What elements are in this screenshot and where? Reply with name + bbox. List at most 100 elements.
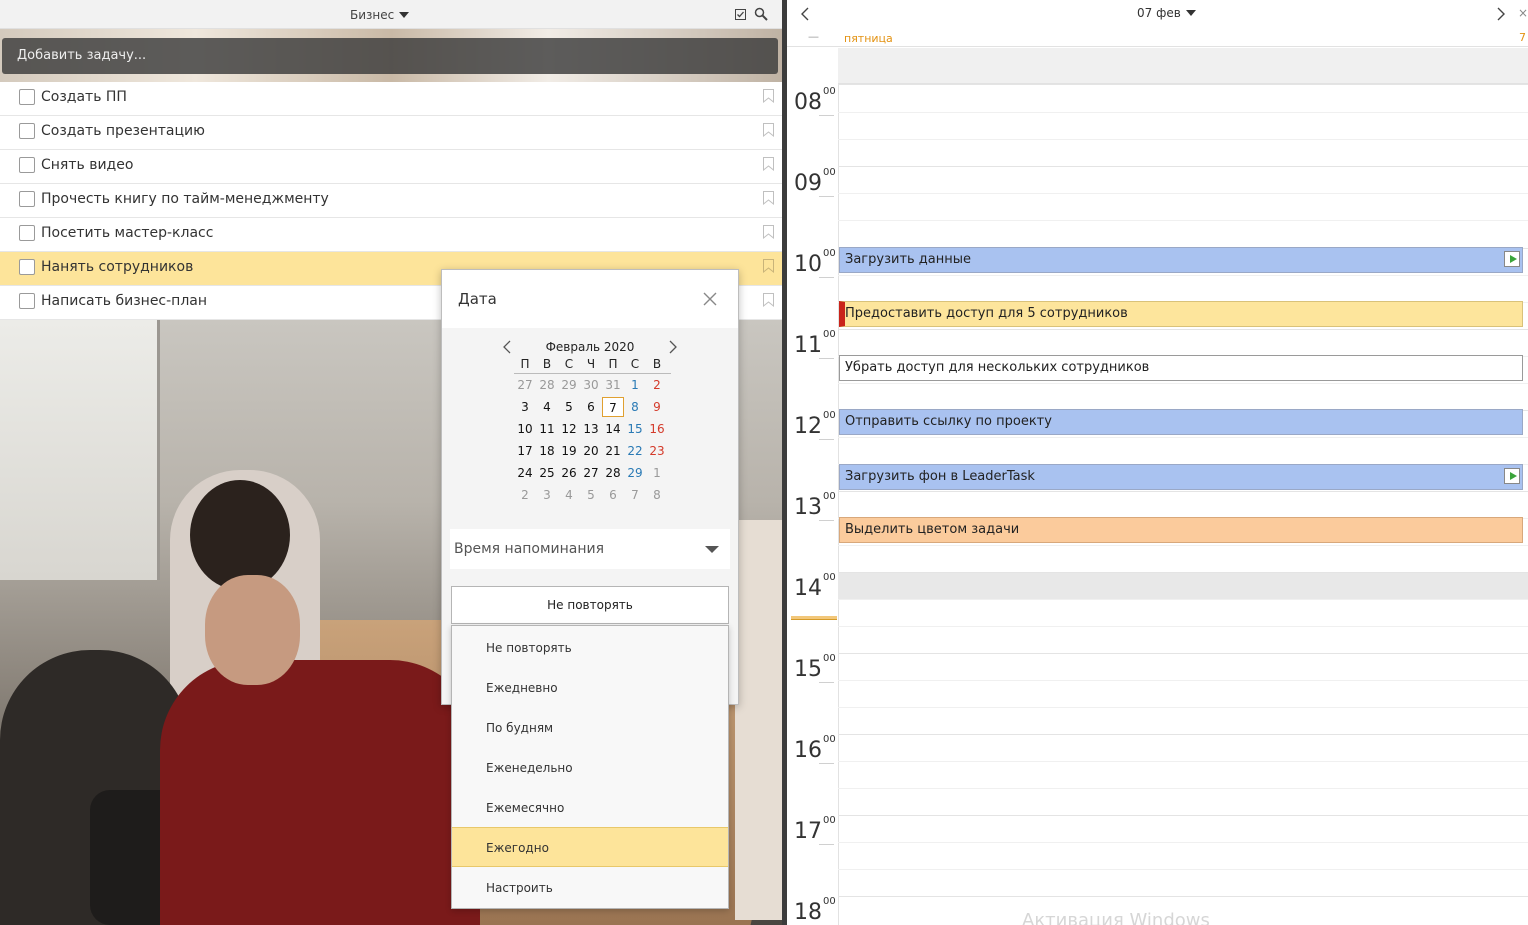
calendar-day[interactable]: 21	[602, 441, 624, 461]
calendar-day[interactable]: 4	[536, 397, 558, 417]
task-checkbox[interactable]	[19, 191, 35, 207]
calendar-day[interactable]: 24	[514, 463, 536, 483]
repeat-dropdown[interactable]: Не повторять	[451, 586, 729, 624]
calendar-day[interactable]: 16	[646, 419, 668, 439]
calendar-day[interactable]: 6	[580, 397, 602, 417]
chevron-right-icon[interactable]	[1495, 6, 1507, 22]
calendar-day[interactable]: 4	[558, 485, 580, 505]
calendar-day[interactable]: 10	[514, 419, 536, 439]
calendar-day[interactable]: 29	[624, 463, 646, 483]
repeat-option-active[interactable]: Ежегодно	[452, 827, 728, 867]
chevron-left-icon[interactable]	[799, 6, 811, 22]
bookmark-icon[interactable]	[763, 259, 774, 273]
calendar-day[interactable]: 1	[624, 375, 646, 395]
calendar-event[interactable]: Отправить ссылку по проекту	[839, 409, 1523, 435]
collapse-dash-icon[interactable]: —	[808, 30, 819, 43]
hour-label: 1300	[794, 490, 836, 520]
calendar-day[interactable]: 7	[624, 485, 646, 505]
calendar-day[interactable]: 8	[646, 485, 668, 505]
calendar-day[interactable]: 22	[624, 441, 646, 461]
calendar-day[interactable]: 25	[536, 463, 558, 483]
calendar-day[interactable]: 30	[580, 375, 602, 395]
task-row[interactable]: Снять видео	[0, 150, 783, 184]
calendar-day[interactable]: 26	[558, 463, 580, 483]
project-dropdown[interactable]: Бизнес	[350, 6, 410, 24]
task-checkbox[interactable]	[19, 89, 35, 105]
chevron-right-icon[interactable]	[667, 340, 679, 354]
calendar-day[interactable]: 3	[514, 397, 536, 417]
task-toolbar: Бизнес	[0, 0, 783, 29]
repeat-option[interactable]: По будням	[452, 708, 728, 748]
calendar-day[interactable]: 3	[536, 485, 558, 505]
bookmark-icon[interactable]	[763, 225, 774, 239]
bookmark-icon[interactable]	[763, 191, 774, 205]
bookmark-icon[interactable]	[763, 157, 774, 171]
play-icon[interactable]	[1504, 251, 1520, 267]
close-icon[interactable]: ×	[1518, 6, 1528, 20]
calendar-event[interactable]: Загрузить данные	[839, 247, 1523, 273]
calendar-day[interactable]: 23	[646, 441, 668, 461]
calendar-day[interactable]: 2	[646, 375, 668, 395]
calendar-day[interactable]: 1	[646, 463, 668, 483]
task-title: Посетить мастер-класс	[41, 225, 214, 241]
calendar-day[interactable]: 5	[558, 397, 580, 417]
task-checkbox[interactable]	[19, 157, 35, 173]
calendar-grid: П В С Ч П С В 27 28 29 30 31 1 2 3 4 5 6…	[514, 357, 671, 506]
close-icon[interactable]	[702, 291, 718, 307]
task-checkbox[interactable]	[19, 259, 35, 275]
calendar-day[interactable]: 29	[558, 375, 580, 395]
calendar-day[interactable]: 18	[536, 441, 558, 461]
calendar-day[interactable]: 12	[558, 419, 580, 439]
calendar-week: 10 11 12 13 14 15 16	[514, 418, 671, 440]
calendar-day[interactable]: 2	[514, 485, 536, 505]
check-square-icon[interactable]	[733, 7, 747, 21]
search-icon[interactable]	[754, 7, 768, 21]
calendar-event[interactable]: Выделить цветом задачи	[839, 517, 1523, 543]
task-title: Прочесть книгу по тайм-менеджменту	[41, 191, 329, 207]
calendar-day[interactable]: 17	[514, 441, 536, 461]
repeat-option[interactable]: Не повторять	[452, 628, 728, 668]
calendar-day[interactable]: 31	[602, 375, 624, 395]
add-task-input[interactable]: Добавить задачу...	[2, 38, 778, 74]
calendar-day[interactable]: 19	[558, 441, 580, 461]
calendar-day[interactable]: 11	[536, 419, 558, 439]
calendar-day[interactable]: 5	[580, 485, 602, 505]
task-checkbox[interactable]	[19, 225, 35, 241]
timeline[interactable]: 0800 0900 1000 1100 1200 1300 1400 1500 …	[787, 84, 1528, 925]
calendar-day[interactable]: 28	[536, 375, 558, 395]
event-title: Загрузить данные	[845, 252, 972, 267]
reminder-time-dropdown[interactable]: Время напоминания	[450, 529, 730, 569]
calendar-day[interactable]: 6	[602, 485, 624, 505]
bookmark-icon[interactable]	[763, 293, 774, 307]
repeat-option[interactable]: Еженедельно	[452, 748, 728, 788]
caret-down-icon	[399, 12, 410, 18]
calendar-day[interactable]: 20	[580, 441, 602, 461]
calendar-day[interactable]: 14	[602, 419, 624, 439]
bookmark-icon[interactable]	[763, 123, 774, 137]
repeat-option[interactable]: Настроить	[452, 868, 728, 908]
calendar-day[interactable]: 15	[624, 419, 646, 439]
repeat-option[interactable]: Ежемесячно	[452, 788, 728, 828]
task-checkbox[interactable]	[19, 123, 35, 139]
task-row[interactable]: Создать презентацию	[0, 116, 783, 150]
calendar-day-selected[interactable]: 7	[602, 397, 624, 417]
calendar-day[interactable]: 27	[580, 463, 602, 483]
calendar-day[interactable]: 9	[646, 397, 668, 417]
calendar-day[interactable]: 28	[602, 463, 624, 483]
repeat-option[interactable]: Ежедневно	[452, 668, 728, 708]
task-row[interactable]: Создать ПП	[0, 82, 783, 116]
calendar-day[interactable]: 8	[624, 397, 646, 417]
calendar-day[interactable]: 27	[514, 375, 536, 395]
bookmark-icon[interactable]	[763, 89, 774, 103]
calendar-event[interactable]: Убрать доступ для нескольких сотрудников	[839, 355, 1523, 381]
task-row[interactable]: Посетить мастер-класс	[0, 218, 783, 252]
play-icon[interactable]	[1504, 468, 1520, 484]
calendar-event[interactable]: Предоставить доступ для 5 сотрудников	[839, 301, 1523, 327]
day-name: пятница	[844, 32, 893, 45]
calendar-day[interactable]: 13	[580, 419, 602, 439]
all-day-row[interactable]	[838, 48, 1528, 84]
task-checkbox[interactable]	[19, 293, 35, 309]
date-dropdown[interactable]: 07 фев	[1137, 6, 1196, 20]
task-row[interactable]: Прочесть книгу по тайм-менеджменту	[0, 184, 783, 218]
calendar-event[interactable]: Загрузить фон в LeaderTask	[839, 464, 1523, 490]
